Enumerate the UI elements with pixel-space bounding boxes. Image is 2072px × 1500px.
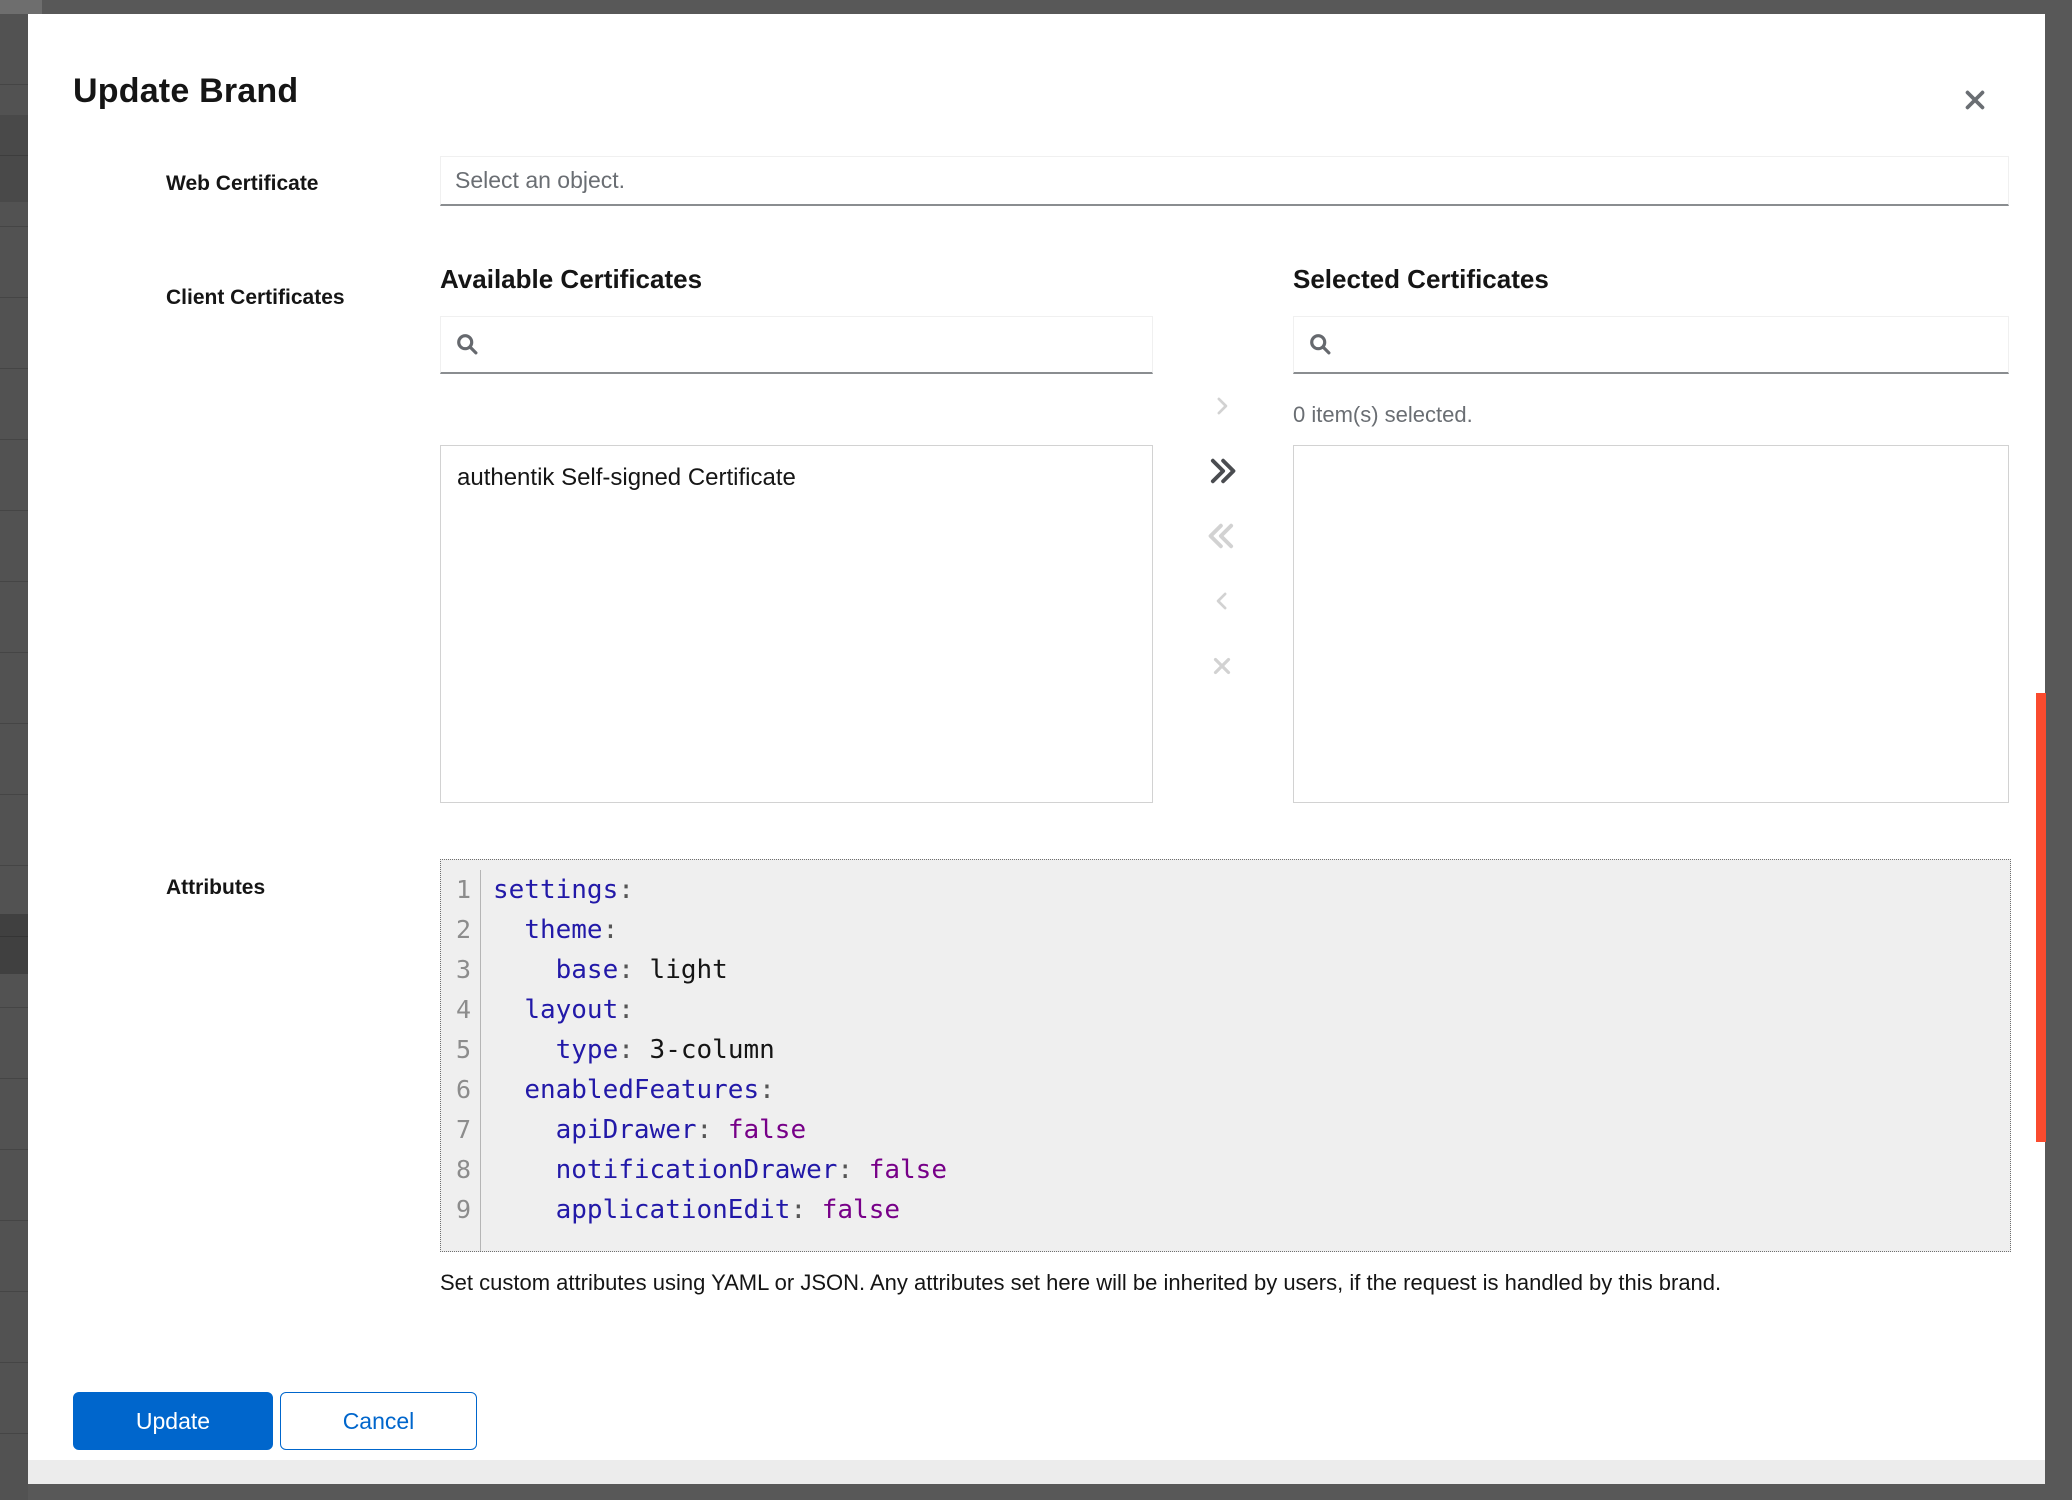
clear-selection-button[interactable]: [1203, 647, 1241, 685]
code-line: notificationDrawer: false: [493, 1150, 2010, 1190]
search-icon: [455, 332, 481, 358]
code-line-number: 2: [441, 910, 471, 950]
client-certificates-label: Client Certificates: [166, 286, 345, 310]
update-brand-modal: Update Brand Web Certificate Select an o…: [28, 14, 2045, 1484]
attributes-help-text: Set custom attributes using YAML or JSON…: [440, 1270, 2015, 1296]
code-line-number: 4: [441, 990, 471, 1030]
web-certificate-placeholder: Select an object.: [455, 167, 625, 194]
update-button[interactable]: Update: [73, 1392, 273, 1450]
close-button[interactable]: [1953, 78, 1997, 122]
add-selected-button[interactable]: [1203, 387, 1241, 425]
code-line-number: 1: [441, 870, 471, 910]
code-line: enabledFeatures:: [493, 1070, 2010, 1110]
angle-double-left-icon: [1206, 520, 1238, 552]
cancel-button[interactable]: Cancel: [280, 1392, 477, 1450]
code-line-number: 7: [441, 1110, 471, 1150]
close-icon: [1961, 86, 1989, 114]
attributes-code-editor[interactable]: 123456789 settings: theme: base: light l…: [440, 859, 2011, 1252]
background-sidebar-active-item: [0, 914, 28, 974]
angle-left-icon: [1211, 590, 1233, 612]
angle-double-right-icon: [1206, 455, 1238, 487]
web-certificate-label: Web Certificate: [166, 172, 319, 196]
selected-count-status: 0 item(s) selected.: [1293, 402, 1473, 428]
times-icon: [1209, 653, 1235, 679]
web-certificate-select[interactable]: Select an object.: [440, 156, 2009, 206]
selected-search-box: [1293, 316, 2009, 374]
code-line-number: 3: [441, 950, 471, 990]
search-icon: [1308, 332, 1334, 358]
code-line: theme:: [493, 910, 2010, 950]
code-line: base: light: [493, 950, 2010, 990]
code-line-number: 8: [441, 1150, 471, 1190]
remove-selected-button[interactable]: [1203, 582, 1241, 620]
available-search-input[interactable]: [493, 331, 1138, 358]
selected-certificates-heading: Selected Certificates: [1293, 264, 1549, 295]
selected-certificates-list[interactable]: [1293, 445, 2009, 803]
angle-right-icon: [1211, 395, 1233, 417]
code-line: type: 3-column: [493, 1030, 2010, 1070]
code-line-number: 9: [441, 1190, 471, 1230]
code-editor-content[interactable]: settings: theme: base: light layout: typ…: [481, 870, 2010, 1251]
available-certificates-heading: Available Certificates: [440, 264, 702, 295]
code-editor-gutter: 123456789: [441, 870, 481, 1251]
available-search-box: [440, 316, 1153, 374]
code-line: apiDrawer: false: [493, 1110, 2010, 1150]
add-all-button[interactable]: [1203, 452, 1241, 490]
background-topbar: [0, 0, 42, 14]
attributes-label: Attributes: [166, 876, 265, 900]
code-line-number: 6: [441, 1070, 471, 1110]
code-line: layout:: [493, 990, 2010, 1030]
background-sidebar-header: [0, 115, 28, 202]
code-line: applicationEdit: false: [493, 1190, 2010, 1230]
selected-search-input[interactable]: [1346, 331, 1994, 358]
code-line: settings:: [493, 870, 2010, 910]
remove-all-button[interactable]: [1203, 517, 1241, 555]
notification-accent-bar: [2036, 693, 2046, 1142]
modal-title: Update Brand: [73, 72, 298, 111]
background-sidebar: [0, 14, 28, 1500]
modal-bottom-strip: [28, 1460, 2045, 1484]
code-line-number: 5: [441, 1030, 471, 1070]
available-certificate-item[interactable]: authentik Self-signed Certificate: [441, 456, 1152, 500]
available-certificates-list[interactable]: authentik Self-signed Certificate: [440, 445, 1153, 803]
